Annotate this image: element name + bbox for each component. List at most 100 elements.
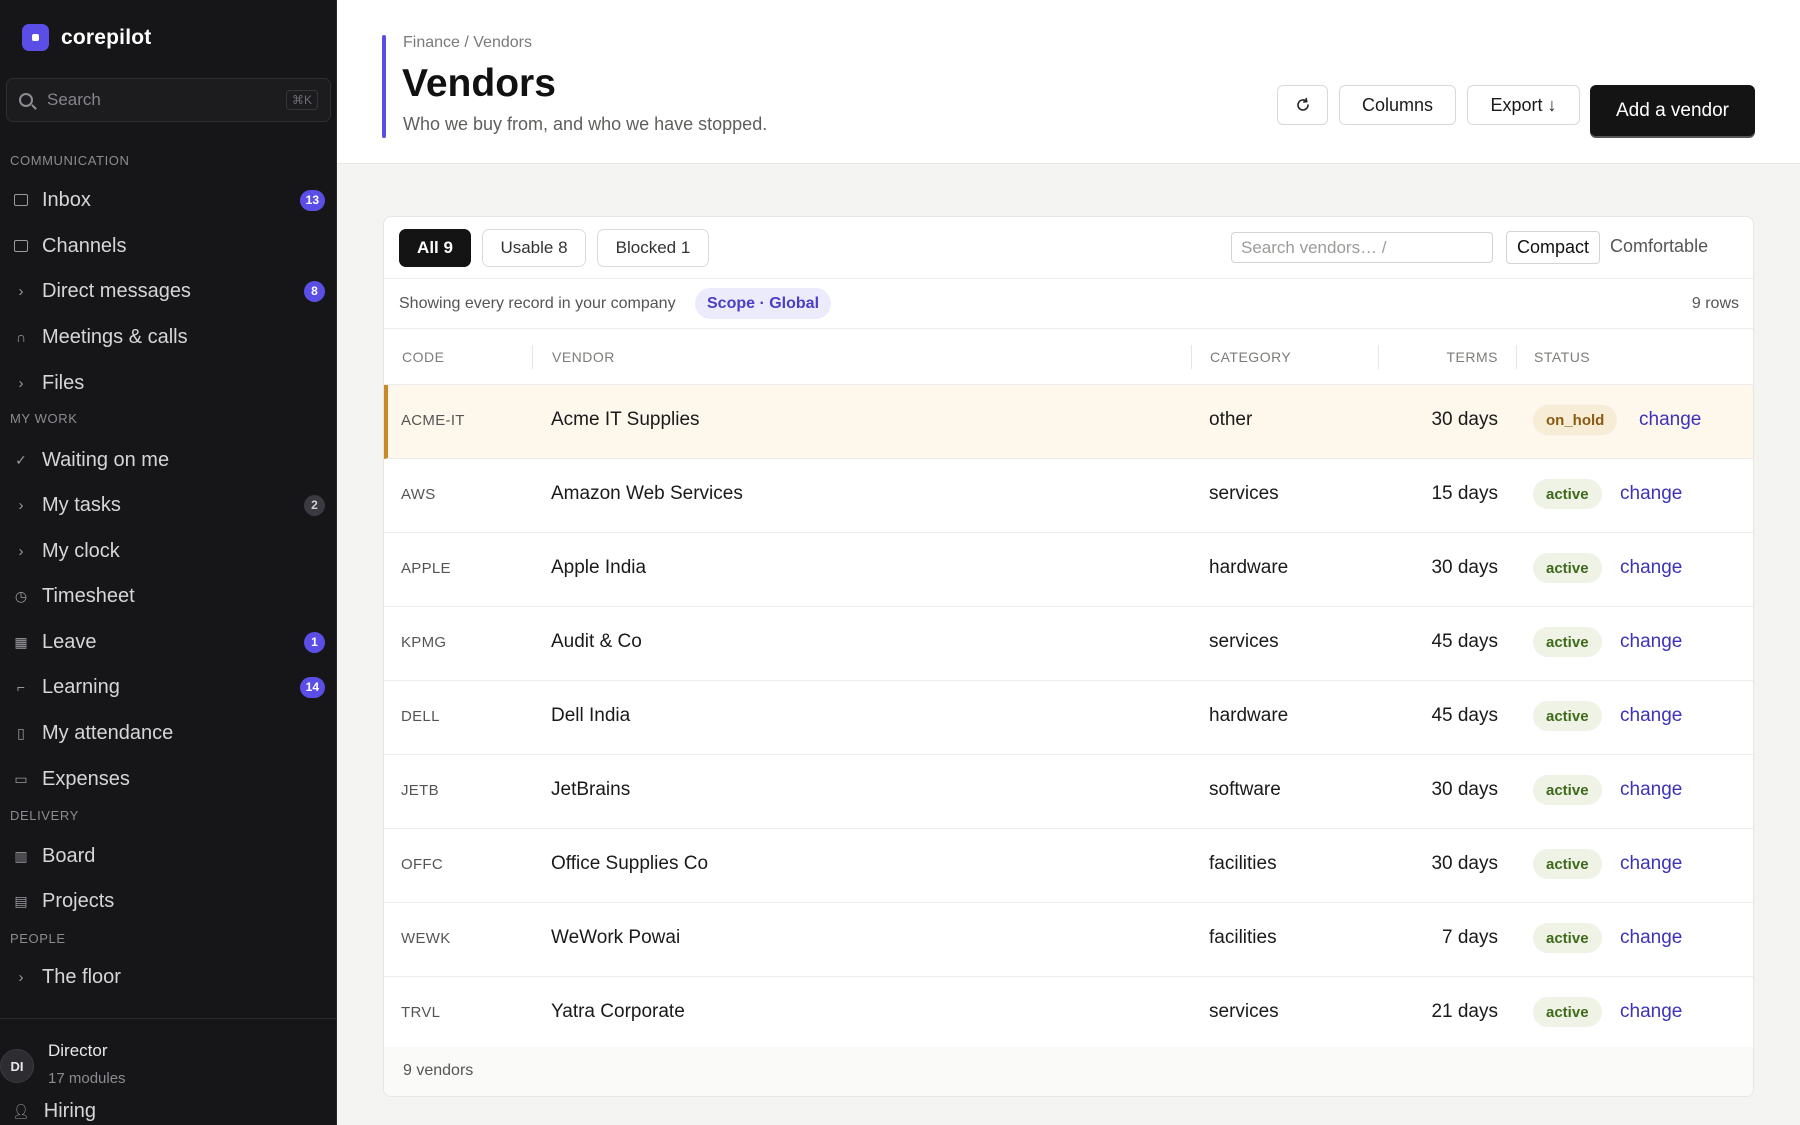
vendor-name[interactable]: Office Supplies Co [551, 853, 708, 875]
vendor-name[interactable]: Amazon Web Services [551, 483, 743, 505]
filter-bar: All 9 Usable 8 Blocked 1 Search vendors…… [384, 217, 1753, 279]
table-row[interactable]: ACME-IT Acme IT Supplies other 30 days on_ho… [384, 385, 1753, 459]
column-divider [1378, 345, 1379, 369]
table-row[interactable]: DELL Dell India hardware 45 days active chang… [384, 681, 1753, 755]
count-badge: 8 [304, 280, 325, 302]
vendor-category: hardware [1209, 705, 1289, 726]
breadcrumb[interactable]: Finance / Vendors [403, 34, 532, 52]
sidebar-item-my-tasks[interactable]: › My tasks 2 [0, 485, 336, 525]
phone-icon: ▯ [17, 724, 25, 741]
brand[interactable]: corepilot [22, 24, 151, 51]
tab-usable[interactable]: Usable 8 [482, 229, 586, 267]
chevron-right-icon: › [18, 282, 24, 300]
status-badge: active [1533, 923, 1602, 953]
change-status-link[interactable]: change [1620, 779, 1682, 801]
vendor-code: ACME-IT [401, 412, 465, 429]
sidebar-search[interactable]: Search ⌘K [6, 78, 331, 122]
change-status-link[interactable]: change [1620, 557, 1682, 579]
tab-all[interactable]: All 9 [399, 229, 471, 267]
columns-button[interactable]: Columns [1339, 85, 1456, 125]
sidebar-item-expenses[interactable]: ▭ Expenses [0, 759, 336, 799]
column-divider [532, 345, 533, 369]
board-icon: ▥ [14, 847, 28, 864]
sidebar-item-my-clock[interactable]: › My clock [0, 531, 336, 571]
change-status-link[interactable]: change [1620, 483, 1682, 505]
export-button[interactable]: Export ↓ [1467, 85, 1580, 125]
tab-blocked[interactable]: Blocked 1 [597, 229, 709, 267]
column-header-terms[interactable]: TERMS [1447, 349, 1499, 365]
refresh-icon [1296, 97, 1309, 111]
count-badge: 1 [304, 631, 325, 653]
sidebar-item-label: Leave [42, 630, 97, 653]
change-status-link[interactable]: change [1620, 705, 1682, 727]
table-row[interactable]: APPLE Apple India hardware 30 days active cha… [384, 533, 1753, 607]
table-row[interactable]: TRVL Yatra Corporate services 21 days active… [384, 977, 1753, 1051]
vendor-name[interactable]: Apple India [551, 557, 646, 579]
sidebar-item-label: My tasks [42, 493, 121, 516]
person-plus-icon: 👤︎ [12, 1103, 30, 1119]
sidebar-item-leave[interactable]: ▦ Leave 1 [0, 622, 336, 662]
vendor-category: facilities [1209, 853, 1277, 874]
page-title: Vendors [402, 62, 556, 105]
column-header-vendor[interactable]: VENDOR [552, 349, 615, 365]
change-status-link[interactable]: change [1620, 631, 1682, 653]
change-status-link[interactable]: change [1620, 853, 1682, 875]
column-divider [1516, 345, 1517, 369]
vendor-category: services [1209, 631, 1279, 652]
sidebar-item-label: Meetings & calls [42, 325, 188, 348]
table-row[interactable]: WEWK WeWork Powai facilities 7 days active ch… [384, 903, 1753, 977]
scope-chip[interactable]: Scope · Global [695, 288, 832, 319]
sidebar-item-inbox[interactable]: Inbox 13 [0, 180, 336, 220]
sidebar-item-timesheet[interactable]: ◷ Timesheet [0, 576, 336, 616]
column-header-status[interactable]: STATUS [1534, 349, 1590, 365]
add-vendor-button[interactable]: Add a vendor [1590, 85, 1755, 136]
change-status-link[interactable]: change [1620, 927, 1682, 949]
sidebar-search-placeholder: Search [47, 90, 101, 109]
vendor-code: TRVL [401, 1004, 441, 1021]
payment-terms: 30 days [1431, 557, 1498, 578]
sidebar-item-waiting-on-me[interactable]: ✓ Waiting on me [0, 440, 336, 480]
sidebar-item-my-attendance[interactable]: ▯ My attendance [0, 713, 336, 753]
sidebar-item-channels[interactable]: Channels [0, 226, 336, 266]
count-badge: 13 [299, 189, 325, 211]
sidebar-item-meetings-calls[interactable]: ∩ Meetings & calls [0, 317, 336, 357]
vendor-code: DELL [401, 708, 440, 725]
sidebar-item-direct-messages[interactable]: › Direct messages 8 [0, 271, 336, 311]
density-comfortable[interactable]: Comfortable [1600, 231, 1718, 264]
avatar[interactable]: DI [0, 1049, 34, 1083]
payment-terms: 30 days [1431, 779, 1498, 800]
table-footer: 9 vendors [384, 1047, 1753, 1096]
table-row[interactable]: AWS Amazon Web Services services 15 days act… [384, 459, 1753, 533]
table-row[interactable]: JETB JetBrains software 30 days active change [384, 755, 1753, 829]
status-badge: on_hold [1533, 405, 1618, 435]
chevron-right-icon: › [18, 496, 24, 514]
sidebar-item-hiring[interactable]: 👤︎ Hiring [12, 1100, 96, 1123]
column-header-category[interactable]: CATEGORY [1210, 349, 1291, 365]
sidebar-item-label: Projects [42, 889, 115, 912]
refresh-button[interactable] [1277, 85, 1328, 125]
density-compact[interactable]: Compact [1506, 231, 1601, 264]
table-row[interactable]: OFFC Office Supplies Co facilities 30 days a… [384, 829, 1753, 903]
vendor-name[interactable]: WeWork Powai [551, 927, 680, 949]
change-status-link[interactable]: change [1639, 409, 1701, 431]
vendor-name[interactable]: Dell India [551, 705, 630, 727]
sidebar-item-label: My attendance [42, 721, 174, 744]
table-row[interactable]: KPMG Audit & Co services 45 days active chang… [384, 607, 1753, 681]
vendor-name[interactable]: Yatra Corporate [551, 1001, 685, 1023]
vendor-name[interactable]: Audit & Co [551, 631, 642, 653]
change-status-link[interactable]: change [1620, 1001, 1682, 1023]
density-toggle: Compact Comfortable [1506, 231, 1718, 264]
sidebar-item-board[interactable]: ▥ Board [0, 836, 336, 876]
sidebar-item-learning[interactable]: ⌐ Learning 14 [0, 667, 336, 707]
sidebar-item-the-floor[interactable]: › The floor [0, 957, 336, 997]
sidebar-item-files[interactable]: › Files [0, 363, 336, 403]
user-name[interactable]: Director [48, 1041, 108, 1061]
vendor-name[interactable]: Acme IT Supplies [551, 409, 700, 431]
row-count: 9 rows [1691, 295, 1739, 312]
vendor-search-input[interactable]: Search vendors… / [1231, 232, 1493, 263]
vendor-name[interactable]: JetBrains [551, 779, 630, 801]
column-header-code[interactable]: CODE [402, 349, 444, 365]
vendor-category: other [1209, 409, 1253, 430]
sidebar-item-projects[interactable]: ▤ Projects [0, 881, 336, 921]
payment-terms: 30 days [1431, 853, 1498, 874]
